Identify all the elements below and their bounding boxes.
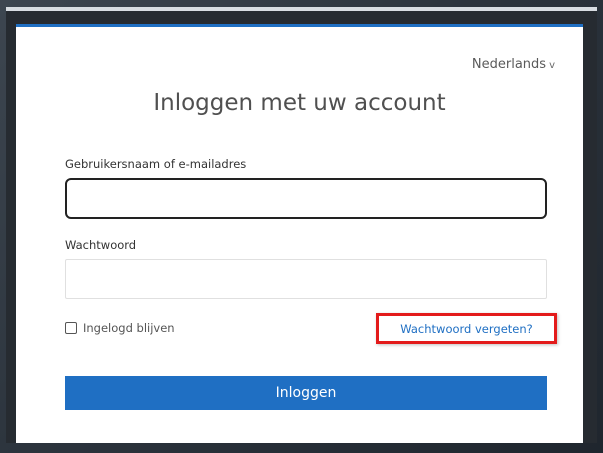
remember-label: Ingelogd blijven (83, 321, 175, 335)
chevron-down-icon: v (549, 60, 555, 71)
highlight-box: Wachtwoord vergeten? (376, 313, 557, 344)
password-input[interactable] (65, 259, 547, 299)
page-title: Inloggen met uw account (153, 90, 446, 116)
forgot-password-link[interactable]: Wachtwoord vergeten? (400, 322, 533, 336)
username-input[interactable] (65, 178, 547, 219)
language-selector[interactable]: Nederlands v (472, 57, 555, 72)
remember-checkbox[interactable] (65, 322, 77, 334)
username-label: Gebruikersnaam of e-mailadres (65, 157, 247, 171)
password-label: Wachtwoord (65, 238, 137, 252)
language-label: Nederlands (471, 57, 547, 72)
login-button[interactable]: Inloggen (65, 376, 547, 410)
remember-me[interactable]: Ingelogd blijven (65, 321, 175, 335)
login-card: Nederlands v Inloggen met uw account Gebr… (16, 24, 583, 443)
